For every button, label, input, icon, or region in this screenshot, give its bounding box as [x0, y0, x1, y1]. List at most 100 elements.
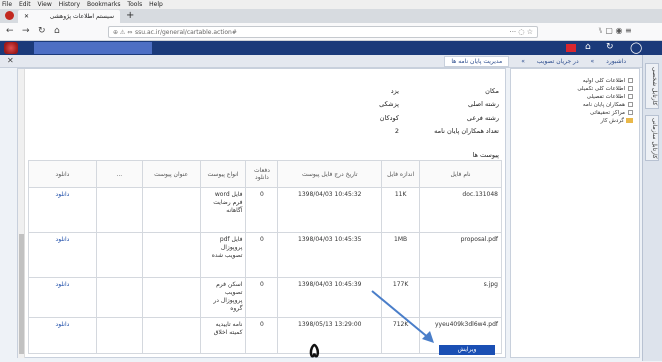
info-value: پزشکی [379, 100, 399, 108]
info-row: تعداد همکاران پایان نامه 2 [339, 127, 499, 137]
file-name: proposal.pdf [419, 232, 502, 278]
download-count: 0 [245, 232, 279, 278]
site-info-icon[interactable]: ⊕ ⚠ ⇔ [113, 27, 132, 38]
download-count: 0 [245, 187, 279, 233]
attachment-extra [95, 232, 143, 278]
download-count: 0 [245, 277, 279, 318]
annotation-arrow-icon [371, 290, 434, 343]
col-header[interactable]: اندازه فایل [381, 160, 421, 188]
info-label: مکان [485, 87, 499, 95]
browser-navbar: ← → ↻ ⌂ ⊕ ⚠ ⇔ ssu.ac.ir/general/cartable… [0, 23, 662, 41]
attachment-title [141, 187, 201, 233]
tree-item-label: مراکز تحقیقاتی [589, 110, 625, 116]
info-value: کودکان [379, 114, 399, 122]
notification-icon[interactable] [566, 44, 576, 52]
folder-icon [626, 118, 633, 123]
checkbox[interactable] [628, 94, 633, 99]
tab-title: سیستم اطلاعات پژوهشی [49, 13, 114, 20]
thesis-info: مکان یزد رشته اصلی پزشکی رشته فرعی کودکا… [299, 87, 499, 147]
col-header[interactable]: نام فایل [419, 160, 502, 188]
info-label: رشته اصلی [468, 100, 499, 108]
browser-menubar: File Edit View History Bookmarks Tools H… [0, 0, 662, 9]
checkbox[interactable] [628, 110, 633, 115]
file-date: 10:45:39 1398/04/03 [277, 277, 383, 318]
scroll-thumb[interactable] [19, 234, 24, 354]
close-icon[interactable]: ✕ [7, 56, 14, 65]
col-header[interactable]: عنوان پیوست [141, 160, 201, 188]
forward-icon[interactable]: → [22, 26, 30, 36]
table-row: doc.131048 11K 10:45:32 1398/04/03 0 فای… [28, 187, 502, 233]
col-header[interactable]: تاریخ درج فایل پیوست [277, 160, 383, 188]
col-header[interactable]: انواع پیوست [199, 160, 247, 188]
file-date: 10:45:32 1398/04/03 [277, 187, 383, 233]
url-text: ssu.ac.ir/general/cartable.action# [135, 29, 237, 36]
home-icon[interactable]: ⌂ [54, 26, 60, 36]
browser-tab[interactable]: سیستم اطلاعات پژوهشی ✕ [18, 10, 120, 23]
back-icon[interactable]: ← [6, 26, 14, 36]
checkbox[interactable] [628, 78, 633, 83]
vertical-sidebar: کارتابل شخصی کارتابل سازمانی [642, 55, 662, 361]
table-header-row: نام فایل اندازه فایل تاریخ درج فایل پیوس… [28, 160, 502, 188]
attachment-extra [95, 317, 143, 354]
checkbox[interactable] [628, 86, 633, 91]
tree-item[interactable]: گردش کار [511, 117, 633, 125]
checkbox[interactable] [628, 102, 633, 107]
tab-close-icon[interactable]: ✕ [24, 10, 29, 23]
menu-edit[interactable]: Edit [19, 1, 31, 8]
url-bar[interactable]: ⊕ ⚠ ⇔ ssu.ac.ir/general/cartable.action#… [108, 26, 538, 38]
tree-item[interactable]: همکاران پایان نامه [511, 101, 633, 109]
breadcrumb-thesis-management[interactable]: مدیریت پایان نامه ها [444, 56, 510, 67]
file-name: doc.131048 [419, 187, 502, 233]
attachment-kind: فایل word فرم رضایت آگاهانه [199, 187, 247, 233]
info-value: یزد [390, 87, 399, 95]
breadcrumb-dashboard[interactable]: داشبورد [606, 58, 626, 65]
tree-item[interactable]: اطلاعات تفصیلی [511, 93, 633, 101]
breadcrumb-in-approval[interactable]: در جریان تصویب [537, 58, 579, 65]
menu-tools[interactable]: Tools [127, 1, 142, 8]
edit-button[interactable]: ویرایش [439, 345, 495, 355]
col-header[interactable]: دانلود [28, 160, 97, 188]
annotation-number: ۵ [309, 338, 320, 362]
tree-item[interactable]: اطلاعات کلی اولیه [511, 77, 633, 85]
toolbar-icons[interactable]: ⑊ ▢ ◉ ≡ [598, 26, 632, 35]
power-icon[interactable]: ◯ [630, 41, 642, 54]
download-count: 0 [245, 317, 279, 354]
file-date: 10:45:35 1398/04/03 [277, 232, 383, 278]
menu-bookmarks[interactable]: Bookmarks [87, 1, 121, 8]
browser-tabbar: سیستم اطلاعات پژوهشی ✕ + [0, 9, 662, 23]
reload-icon[interactable]: ↻ [38, 26, 46, 36]
attachment-title [141, 277, 201, 318]
refresh-icon[interactable]: ↻ [606, 42, 614, 52]
breadcrumb-separator: » [590, 58, 595, 65]
attachment-kind: نامه تاییدیه کمیته اخلاق [199, 317, 247, 354]
tree-item[interactable]: مراکز تحقیقاتی [511, 109, 633, 117]
attachment-title [141, 232, 201, 278]
menu-history[interactable]: History [59, 1, 80, 8]
tab-organizational-cartable[interactable]: کارتابل سازمانی [645, 115, 659, 161]
file-size: 11K [381, 187, 421, 233]
download-link[interactable]: دانلود [28, 277, 97, 318]
menu-help[interactable]: Help [149, 1, 163, 8]
download-link[interactable]: دانلود [28, 232, 97, 278]
breadcrumb: داشبورد » در جریان تصویب » مدیریت پایان … [434, 55, 626, 68]
info-label: تعداد همکاران پایان نامه [434, 127, 499, 135]
info-row: رشته اصلی پزشکی [339, 100, 499, 110]
col-header[interactable]: ... [95, 160, 143, 188]
tab-personal-cartable[interactable]: کارتابل شخصی [645, 63, 659, 109]
new-tab-button[interactable]: + [126, 9, 134, 23]
tree-item-label: اطلاعات تفصیلی [586, 94, 625, 100]
download-link[interactable]: دانلود [28, 317, 97, 354]
attachment-extra [95, 187, 143, 233]
page-actions-icon[interactable]: ··· ◌ ☆ [509, 27, 533, 38]
tree-item-label: اطلاعات کلی اولیه [582, 78, 625, 84]
tree-item[interactable]: اطلاعات کلی تکمیلی [511, 85, 633, 93]
col-header[interactable]: دفعات دانلود [245, 160, 279, 188]
info-row: رشته فرعی کودکان [339, 114, 499, 124]
attachment-kind: فایل pdf پروپوزال تصویب شده [199, 232, 247, 278]
attachments-title: پیوست ها [472, 151, 499, 159]
menu-view[interactable]: View [38, 1, 52, 8]
menu-file[interactable]: File [2, 1, 12, 8]
home-icon[interactable]: ⌂ [585, 42, 591, 52]
vertical-scrollbar[interactable] [18, 69, 25, 358]
download-link[interactable]: دانلود [28, 187, 97, 233]
